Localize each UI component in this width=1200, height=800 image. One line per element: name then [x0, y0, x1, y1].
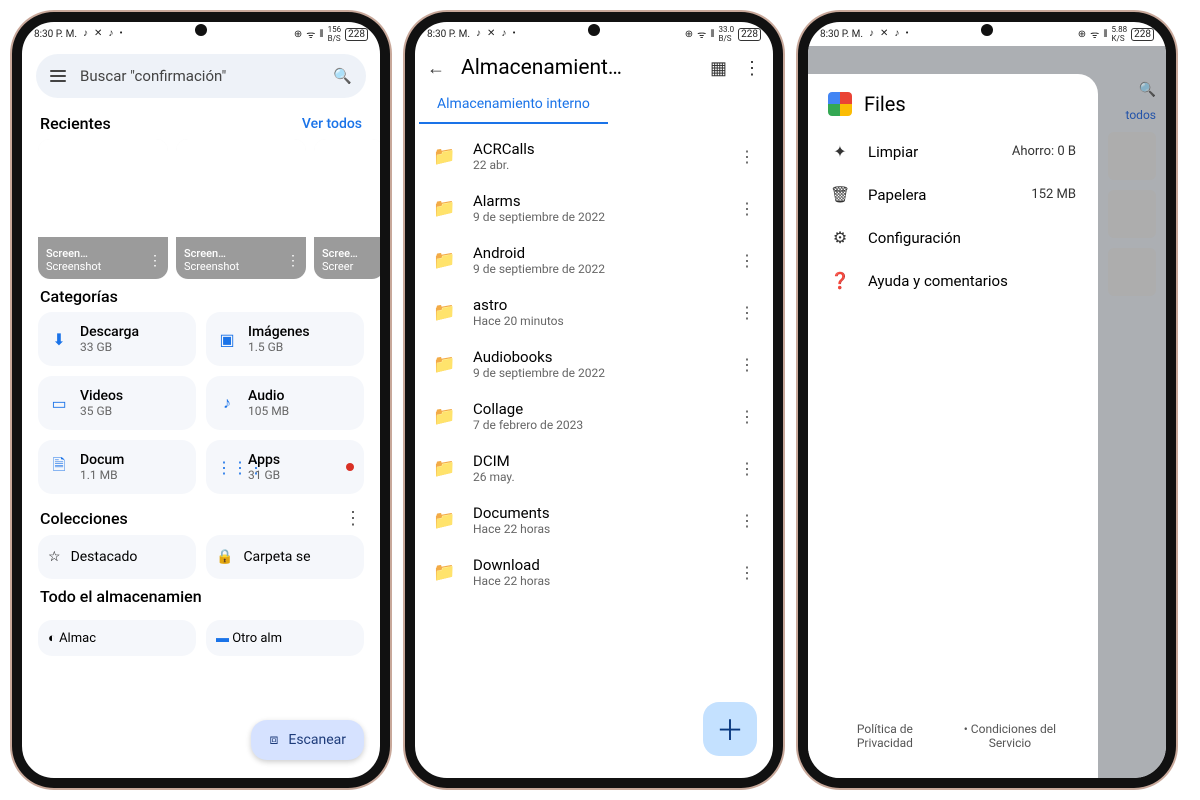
- storage-title: Todo el almacenamien: [40, 587, 202, 606]
- category-downloads[interactable]: ⬇Descarga33 GB: [38, 312, 196, 366]
- folder-row[interactable]: 📁astroHace 20 minutos⋮: [415, 286, 773, 338]
- privacy-link[interactable]: Política de Privacidad: [828, 722, 942, 750]
- more-icon[interactable]: ⋮: [739, 251, 755, 270]
- scan-button[interactable]: ⧈Escanear: [251, 720, 364, 760]
- grid-view-icon[interactable]: ▦: [710, 58, 727, 79]
- search-icon[interactable]: 🔍: [333, 67, 352, 85]
- search-input[interactable]: Buscar "confirmación": [80, 67, 319, 85]
- download-icon: ⬇: [48, 330, 70, 349]
- more-icon[interactable]: ⋮: [739, 459, 755, 478]
- folder-icon: 📁: [433, 458, 455, 479]
- drawer-item[interactable]: ✦LimpiarAhorro: 0 B: [808, 130, 1098, 173]
- lock-icon: 🔒: [216, 549, 233, 565]
- nav-drawer: Files ✦LimpiarAhorro: 0 B🗑Papelera152 MB…: [808, 74, 1098, 778]
- more-icon[interactable]: ⋮: [739, 303, 755, 322]
- menu-icon[interactable]: [50, 70, 66, 82]
- status-bar: 8:30 P. M.♪✕♪• ⊕ᯤ⫴5.88K/S228: [808, 22, 1166, 46]
- folder-icon: 📁: [433, 198, 455, 219]
- recent-thumb[interactable]: Scree…Screer: [314, 139, 380, 279]
- recent-thumb[interactable]: Screen…Screenshot ⋮: [38, 139, 168, 279]
- drawer-item[interactable]: 🗑Papelera152 MB: [808, 173, 1098, 216]
- more-icon[interactable]: ⋮: [739, 355, 755, 374]
- more-icon[interactable]: ⋮: [148, 253, 162, 269]
- menu-item-icon: ❓: [830, 271, 850, 290]
- folder-icon: 📁: [433, 510, 455, 531]
- back-icon[interactable]: ←: [427, 58, 445, 79]
- phone-drawer: 8:30 P. M.♪✕♪• ⊕ᯤ⫴5.88K/S228 🔍 todos Fil…: [798, 12, 1176, 788]
- more-icon[interactable]: ⋮: [286, 253, 300, 269]
- categories-title: Categorías: [40, 287, 118, 306]
- scan-icon: ⧈: [269, 732, 278, 748]
- recents-title: Recientes: [40, 114, 111, 133]
- folder-row[interactable]: 📁Collage7 de febrero de 2023⋮: [415, 390, 773, 442]
- folder-icon: 📁: [433, 406, 455, 427]
- collection-starred[interactable]: ☆Destacado: [38, 535, 196, 579]
- phone-storage: 8:30 P. M.♪✕♪• ⊕ᯤ⫴33.0B/S228 ← Almacenam…: [405, 12, 783, 788]
- folder-row[interactable]: 📁DCIM26 may.⋮: [415, 442, 773, 494]
- menu-item-icon: ✦: [830, 142, 850, 161]
- recents-view-all[interactable]: Ver todos: [302, 116, 362, 132]
- category-audio[interactable]: ♪Audio105 MB: [206, 376, 364, 430]
- document-icon: 🗎: [48, 454, 70, 481]
- drawer-item[interactable]: ⚙Configuración: [808, 216, 1098, 259]
- menu-item-icon: ⚙: [830, 228, 850, 247]
- more-icon[interactable]: ⋮: [739, 147, 755, 166]
- folder-row[interactable]: 📁Alarms9 de septiembre de 2022⋮: [415, 182, 773, 234]
- category-apps[interactable]: ⋮⋮⋮Apps31 GB: [206, 440, 364, 494]
- status-bar: 8:30 P. M.♪✕♪• ⊕ᯤ⫴33.0B/S228: [415, 22, 773, 46]
- more-icon[interactable]: ⋮: [739, 563, 755, 582]
- folder-icon: 📁: [433, 250, 455, 271]
- apps-icon: ⋮⋮⋮: [216, 458, 238, 477]
- files-logo-icon: [828, 92, 852, 116]
- category-videos[interactable]: ▭Videos35 GB: [38, 376, 196, 430]
- phone-home: 8:30 P. M. ♪✕♪• ⊕ᯤ⫴156B/S228 Buscar "con…: [12, 12, 390, 788]
- tos-link[interactable]: • Condiciones del Servicio: [942, 722, 1078, 750]
- star-icon: ☆: [48, 549, 61, 565]
- video-icon: ▭: [48, 394, 70, 413]
- folder-row[interactable]: 📁ACRCalls22 abr.⋮: [415, 130, 773, 182]
- recent-thumb[interactable]: Screen…Screenshot ⋮: [176, 139, 306, 279]
- folder-row[interactable]: 📁Android9 de septiembre de 2022⋮: [415, 234, 773, 286]
- menu-item-icon: 🗑: [830, 185, 850, 204]
- more-icon[interactable]: ⋮: [344, 508, 362, 529]
- page-title: Almacenamient…: [461, 56, 694, 80]
- more-icon[interactable]: ⋮: [739, 199, 755, 218]
- folder-row[interactable]: 📁Audiobooks9 de septiembre de 2022⋮: [415, 338, 773, 390]
- folder-row[interactable]: 📁DocumentsHace 22 horas⋮: [415, 494, 773, 546]
- recents-row: Screen…Screenshot ⋮ Screen…Screenshot ⋮ …: [22, 139, 380, 279]
- add-button[interactable]: ＋: [703, 702, 757, 756]
- drawer-item[interactable]: ❓Ayuda y comentarios: [808, 259, 1098, 302]
- collections-title: Colecciones: [40, 509, 128, 528]
- image-icon: ▣: [216, 330, 238, 349]
- more-icon[interactable]: ⋮: [739, 511, 755, 530]
- folder-icon: 📁: [433, 146, 455, 167]
- more-icon[interactable]: ⋮: [739, 407, 755, 426]
- more-icon[interactable]: ⋮: [743, 58, 761, 79]
- audio-icon: ♪: [216, 393, 238, 413]
- folder-icon: 📁: [433, 562, 455, 583]
- folder-icon: 📁: [433, 302, 455, 323]
- folder-row[interactable]: 📁DownloadHace 22 horas⋮: [415, 546, 773, 598]
- category-documents[interactable]: 🗎Docum1.1 MB: [38, 440, 196, 494]
- tab-internal-storage[interactable]: Almacenamiento interno: [419, 90, 608, 124]
- storage-other[interactable]: ▬ Otro alm: [206, 620, 364, 656]
- search-bar[interactable]: Buscar "confirmación" 🔍: [36, 54, 366, 98]
- notification-dot: [346, 463, 354, 471]
- category-images[interactable]: ▣Imágenes1.5 GB: [206, 312, 364, 366]
- app-name: Files: [864, 92, 906, 116]
- collection-safe[interactable]: 🔒Carpeta se: [206, 535, 364, 579]
- storage-internal[interactable]: ◐ Almac: [38, 620, 196, 656]
- status-bar: 8:30 P. M. ♪✕♪• ⊕ᯤ⫴156B/S228: [22, 22, 380, 46]
- folder-icon: 📁: [433, 354, 455, 375]
